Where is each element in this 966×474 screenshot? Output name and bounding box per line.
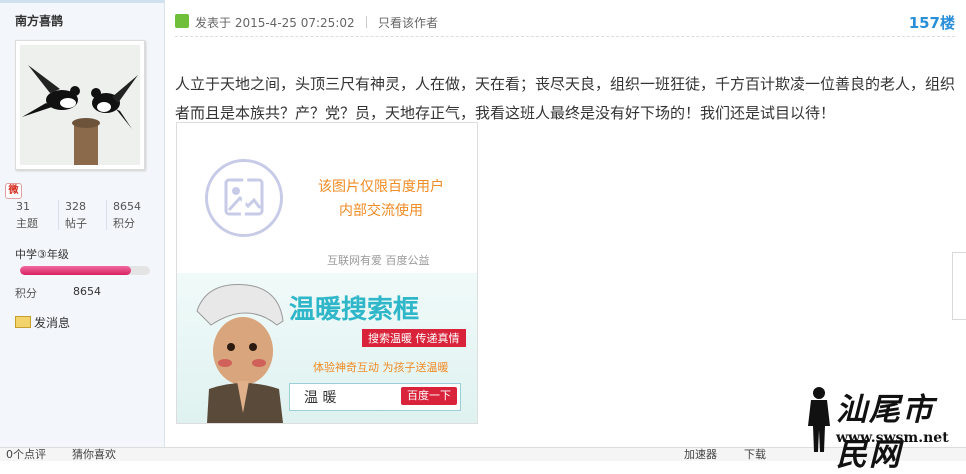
image-footer: 互联网有爱 百度公益	[327, 254, 430, 267]
stat-divider	[106, 200, 107, 230]
image-notice-line1: 该图片仅限百度用户	[318, 179, 444, 195]
credit-label: 积分	[15, 287, 37, 300]
stat-threads[interactable]: 31 主题	[16, 200, 38, 231]
child-image	[187, 281, 297, 423]
campaign-title: 温暖搜索框	[289, 295, 420, 325]
watermark-text: 汕尾市民网	[836, 392, 935, 473]
watermark-url: www.swsm.net	[836, 430, 949, 446]
image-notice: 该图片仅限百度用户 内部交流使用	[301, 175, 461, 223]
comments-count[interactable]: 0个点评	[6, 448, 46, 461]
post-image[interactable]: 该图片仅限百度用户 内部交流使用 互联网有爱 百度公益 温暖搜索框 搜索温暖 传…	[176, 122, 478, 424]
avatar[interactable]	[15, 40, 145, 170]
level-progress-fill	[20, 266, 131, 275]
guess-you-like[interactable]: 猜你喜欢	[72, 448, 116, 461]
send-message-link[interactable]: 发消息	[15, 314, 70, 331]
header-separator	[366, 16, 367, 28]
stat-credits[interactable]: 8654 积分	[113, 200, 141, 231]
campaign-search-box: 温 暖 百度一下	[289, 383, 461, 411]
stat-credits-value: 8654	[113, 200, 141, 213]
envelope-icon	[15, 316, 31, 328]
only-author-link[interactable]: 只看该作者	[378, 14, 438, 31]
campaign-search-button: 百度一下	[401, 387, 457, 405]
stat-threads-label: 主题	[16, 217, 38, 230]
weibo-icon[interactable]: 微	[5, 183, 22, 199]
download-button[interactable]: 下载	[744, 448, 766, 461]
post-content: 人立于天地之间，头顶三尺有神灵，人在做，天在看；丧尽天良，组织一班狂徒，千方百计…	[175, 75, 956, 122]
image-placeholder: 该图片仅限百度用户 内部交流使用 互联网有爱 百度公益	[177, 123, 477, 273]
stat-posts-value: 328	[65, 200, 86, 213]
campaign-ribbon: 搜索温暖 传递真情	[362, 329, 466, 347]
stat-posts[interactable]: 328 帖子	[65, 200, 87, 231]
floor-number[interactable]: 157楼	[909, 12, 955, 33]
user-sidebar: 南方喜鹊 微 31 主题 328 帖子 8654 积分 中学③年级 积分 865…	[0, 0, 165, 460]
stat-posts-label: 帖子	[65, 217, 87, 230]
warmth-banner[interactable]: 温暖搜索框 搜索温暖 传递真情 体验神奇互动 为孩子送温暖 温 暖 百度一下	[177, 273, 477, 423]
silhouette-icon	[808, 387, 830, 452]
post-time: 发表于 2015-4-25 07:25:02	[195, 16, 355, 30]
credit-value: 8654	[73, 285, 101, 298]
broken-image-icon	[205, 159, 283, 237]
stat-divider	[58, 200, 59, 230]
stat-credits-label: 积分	[113, 217, 135, 230]
sidebar-top-line	[0, 0, 164, 3]
avatar-image	[20, 45, 140, 165]
accelerator-button[interactable]: 加速器	[684, 448, 717, 461]
send-message-label: 发消息	[34, 316, 71, 330]
side-scroll-tab[interactable]	[952, 252, 966, 320]
username[interactable]: 南方喜鹊	[15, 12, 63, 29]
campaign-search-text: 温 暖	[304, 390, 337, 406]
user-level[interactable]: 中学③年级	[15, 246, 69, 262]
level-progress-bar	[20, 266, 150, 275]
campaign-slogan: 体验神奇互动 为孩子送温暖	[313, 361, 449, 374]
site-watermark: 汕尾市民网 www.swsm.net	[800, 384, 966, 473]
image-notice-line2: 内部交流使用	[339, 203, 423, 219]
post-header: 发表于 2015-4-25 07:25:02 只看该作者 157楼	[175, 8, 955, 37]
stat-threads-value: 31	[16, 200, 30, 213]
online-status-icon	[175, 14, 189, 28]
